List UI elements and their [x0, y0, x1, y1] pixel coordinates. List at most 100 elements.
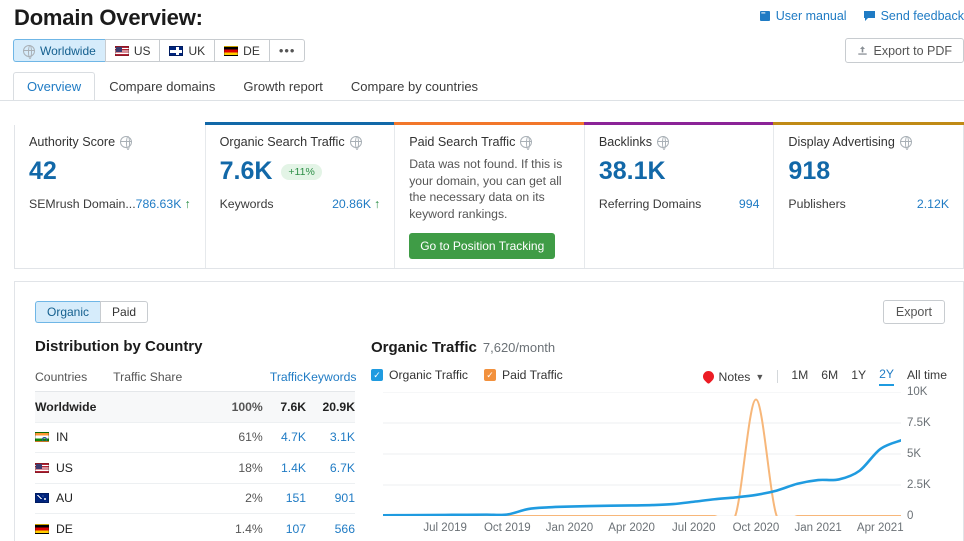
distribution-title: Distribution by Country [35, 338, 203, 355]
card-display-advertising: Display Advertising 918 Publishers 2.12K [773, 122, 964, 268]
y-tick-label: 2.5K [907, 479, 931, 491]
row-keywords[interactable]: 566 [306, 522, 355, 536]
card-sub-label: Publishers [788, 197, 846, 211]
chart-y-axis: 0 2.5K 5K 7.5K 10K [907, 386, 964, 522]
col-share-pct [217, 370, 260, 384]
row-keywords[interactable]: 3.1K [306, 430, 355, 444]
region-uk[interactable]: UK [159, 39, 215, 62]
info-globe-icon[interactable] [899, 136, 912, 150]
row-country: Worldwide [35, 400, 114, 414]
table-row[interactable]: Worldwide 100% 7.6K 20.9K [35, 392, 355, 423]
speech-bubble-icon [863, 10, 876, 22]
card-accent [14, 122, 206, 125]
card-sub-label: Keywords [219, 197, 274, 211]
card-title-row: Backlinks [598, 135, 760, 150]
country-label: AU [56, 491, 73, 506]
row-country: AU [35, 491, 114, 505]
info-globe-icon[interactable] [120, 136, 133, 150]
range-6m[interactable]: 6M [821, 368, 838, 385]
range-2y[interactable]: 2Y [879, 367, 895, 386]
tab-compare-domains[interactable]: Compare domains [95, 72, 229, 101]
upload-icon [857, 45, 868, 56]
row-keywords[interactable]: 6.7K [306, 461, 355, 475]
row-country: DE [35, 522, 114, 536]
row-keywords[interactable]: 901 [306, 491, 355, 505]
flag-au-icon [35, 493, 49, 504]
go-to-position-tracking-button[interactable]: Go to Position Tracking [409, 233, 556, 259]
x-tick-label: Jan 2020 [545, 522, 594, 534]
card-title-row: Authority Score [29, 135, 191, 150]
trend-up-icon: ↑ [184, 197, 191, 211]
row-traffic[interactable]: 1.4K [263, 461, 306, 475]
card-backlinks: Backlinks 38.1K Referring Domains 994 [583, 122, 775, 268]
globe-icon [23, 44, 35, 59]
range-1y[interactable]: 1Y [851, 368, 866, 385]
user-manual-label: User manual [775, 9, 847, 23]
card-title-row: Display Advertising [788, 135, 949, 150]
col-keywords: Keywords [303, 370, 357, 384]
book-icon [759, 10, 771, 22]
card-sub-value[interactable]: 20.86K [332, 197, 371, 211]
metric-cards: Authority Score 42 SEMrush Domain... 786… [14, 122, 964, 269]
card-value: 918 [788, 157, 949, 186]
flag-uk-icon [169, 45, 184, 56]
table-row[interactable]: US 18% 1.4K 6.7K [35, 453, 355, 484]
col-countries: Countries [35, 370, 88, 384]
row-traffic[interactable]: 107 [263, 522, 306, 536]
card-value: 38.1K [599, 157, 760, 186]
user-manual-link[interactable]: User manual [759, 9, 847, 23]
send-feedback-link[interactable]: Send feedback [863, 9, 964, 23]
region-us[interactable]: US [104, 39, 160, 62]
region-more[interactable]: ••• [268, 39, 306, 62]
export-button[interactable]: Export [882, 300, 945, 324]
note-pin-icon [700, 368, 716, 385]
range-all-time[interactable]: All time [907, 368, 947, 385]
change-badge: +11% [281, 163, 322, 180]
x-tick-label: Jan 2021 [794, 522, 842, 534]
card-authority-score: Authority Score 42 SEMrush Domain... 786… [14, 122, 206, 268]
info-globe-icon[interactable] [657, 136, 670, 150]
row-traffic[interactable]: 151 [263, 491, 306, 505]
card-value-text: 38.1K [598, 157, 666, 185]
tab-growth-report[interactable]: Growth report [229, 72, 336, 101]
send-feedback-label: Send feedback [880, 9, 964, 23]
toggle-paid[interactable]: Paid [100, 301, 149, 323]
region-worldwide[interactable]: Worldwide [13, 39, 105, 62]
card-sub-value[interactable]: 786.63K [136, 197, 182, 211]
legend-label: Paid Traffic [502, 368, 563, 382]
legend-paid-traffic[interactable]: ✓ Paid Traffic [484, 368, 563, 382]
card-paid-search-traffic: Paid Search Traffic Data was not found. … [394, 122, 585, 268]
y-tick-label: 10K [907, 386, 928, 398]
toggle-organic[interactable]: Organic [35, 301, 101, 323]
card-title: Backlinks [598, 135, 653, 149]
tab-overview[interactable]: Overview [13, 72, 96, 101]
export-to-pdf-button[interactable]: Export to PDF [844, 38, 964, 63]
country-label: Worldwide [35, 399, 97, 414]
row-share-pct: 61% [238, 430, 263, 445]
traffic-chart[interactable] [381, 391, 903, 526]
card-sub-value[interactable]: 2.12K [917, 197, 949, 211]
card-subrow: SEMrush Domain... 786.63K ↑ [29, 197, 191, 211]
checkbox-checked-icon[interactable]: ✓ [371, 369, 383, 381]
info-globe-icon[interactable] [520, 136, 533, 150]
notes-dropdown[interactable]: Notes ▼ [700, 368, 764, 385]
region-label: US [133, 43, 151, 58]
card-sub-value[interactable]: 994 [739, 197, 760, 211]
organic-paid-toggle: Organic Paid [35, 301, 149, 323]
region-de[interactable]: DE [214, 39, 269, 62]
table-row[interactable]: DE 1.4% 107 566 [35, 514, 355, 541]
x-tick-label: Oct 2020 [732, 522, 780, 534]
y-tick-label: 5K [907, 448, 922, 460]
legend-organic-traffic[interactable]: ✓ Organic Traffic [371, 368, 468, 382]
info-globe-icon[interactable] [349, 136, 362, 150]
export-pdf-label: Export to PDF [873, 43, 953, 58]
row-traffic[interactable]: 4.7K [263, 430, 306, 444]
table-row[interactable]: IN 61% 4.7K 3.1K [35, 423, 355, 453]
range-1m[interactable]: 1M [791, 368, 808, 385]
chart-x-axis: Jul 2019 Oct 2019 Jan 2020 Apr 2020 Jul 2020… [383, 522, 903, 538]
page-title: Domain Overview: [14, 5, 203, 30]
checkbox-checked-icon[interactable]: ✓ [484, 369, 497, 381]
table-row[interactable]: AU 2% 151 901 [35, 484, 355, 514]
tab-divider [0, 100, 964, 101]
tab-compare-by-countries[interactable]: Compare by countries [337, 72, 492, 101]
